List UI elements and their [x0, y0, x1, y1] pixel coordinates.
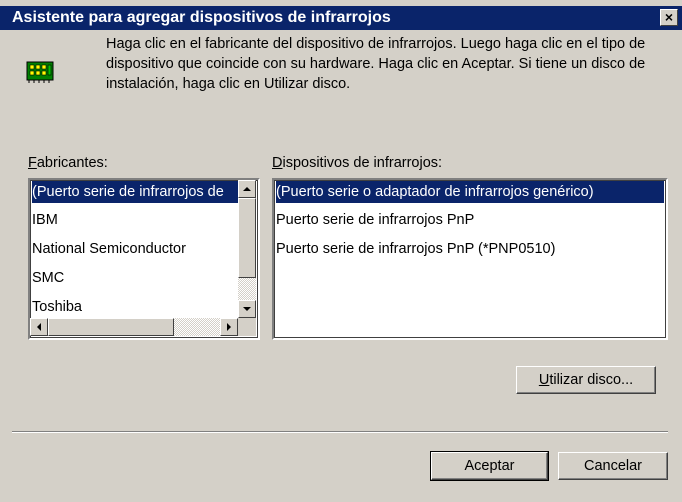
cancel-button[interactable]: Cancelar	[558, 452, 668, 480]
manufacturer-item[interactable]: IBM	[32, 209, 238, 231]
devices-label: Dispositivos de infrarrojos:	[272, 155, 442, 171]
manufacturer-item[interactable]: SMC	[32, 267, 238, 289]
manufacturers-vertical-scrollbar[interactable]	[238, 180, 256, 318]
have-disk-mnemonic: U	[538, 372, 550, 388]
scroll-left-button[interactable]	[30, 318, 48, 336]
device-item[interactable]: Puerto serie de infrarrojos PnP (*PNP051…	[276, 238, 664, 260]
device-item[interactable]: Puerto serie de infrarrojos PnP	[276, 209, 664, 231]
ok-button[interactable]: Aceptar	[430, 451, 549, 481]
close-button[interactable]: ×	[660, 9, 678, 26]
scrollbar-corner	[238, 318, 256, 336]
devices-label-text: ispositivos de infrarrojos:	[282, 155, 443, 171]
manufacturers-horizontal-scrollbar[interactable]	[30, 318, 238, 336]
close-icon: ×	[664, 9, 674, 25]
device-item[interactable]: (Puerto serie o adaptador de infrarrojos…	[276, 181, 664, 203]
devices-label-mnemonic: D	[272, 155, 283, 171]
title-bar[interactable]: Asistente para agregar dispositivos de i…	[0, 6, 682, 30]
have-disk-label: tilizar disco...	[549, 372, 634, 388]
horizontal-scroll-thumb[interactable]	[48, 318, 174, 336]
vertical-scroll-thumb[interactable]	[238, 198, 256, 278]
manufacturers-label: Fabricantes:	[28, 155, 108, 171]
dialog-window: Asistente para agregar dispositivos de i…	[0, 0, 682, 502]
manufacturers-list[interactable]: (Puerto serie de infrarrojos de IBM Nati…	[28, 178, 260, 340]
manufacturer-item[interactable]: Toshiba	[32, 296, 238, 318]
scroll-up-button[interactable]	[238, 180, 256, 198]
manufacturer-item[interactable]: National Semiconductor	[32, 238, 238, 260]
separator-line	[12, 431, 668, 433]
manufacturers-label-mnemonic: F	[28, 155, 37, 171]
horizontal-scroll-track[interactable]	[174, 318, 220, 336]
scroll-down-button[interactable]	[238, 300, 256, 318]
devices-list[interactable]: (Puerto serie o adaptador de infrarrojos…	[272, 178, 668, 340]
scroll-right-button[interactable]	[220, 318, 238, 336]
manufacturer-item[interactable]: (Puerto serie de infrarrojos de	[32, 181, 238, 203]
arrow-right-icon	[227, 323, 231, 331]
arrow-up-icon	[243, 187, 251, 191]
manufacturers-label-text: abricantes:	[36, 155, 108, 171]
instructions-text: Haga clic en el fabricante del dispositi…	[106, 36, 646, 92]
arrow-down-icon	[243, 307, 251, 311]
have-disk-button[interactable]: Utilizar disco...	[516, 366, 656, 394]
infrared-device-icon	[26, 61, 54, 83]
arrow-left-icon	[37, 323, 41, 331]
dialog-title: Asistente para agregar dispositivos de i…	[12, 9, 391, 26]
